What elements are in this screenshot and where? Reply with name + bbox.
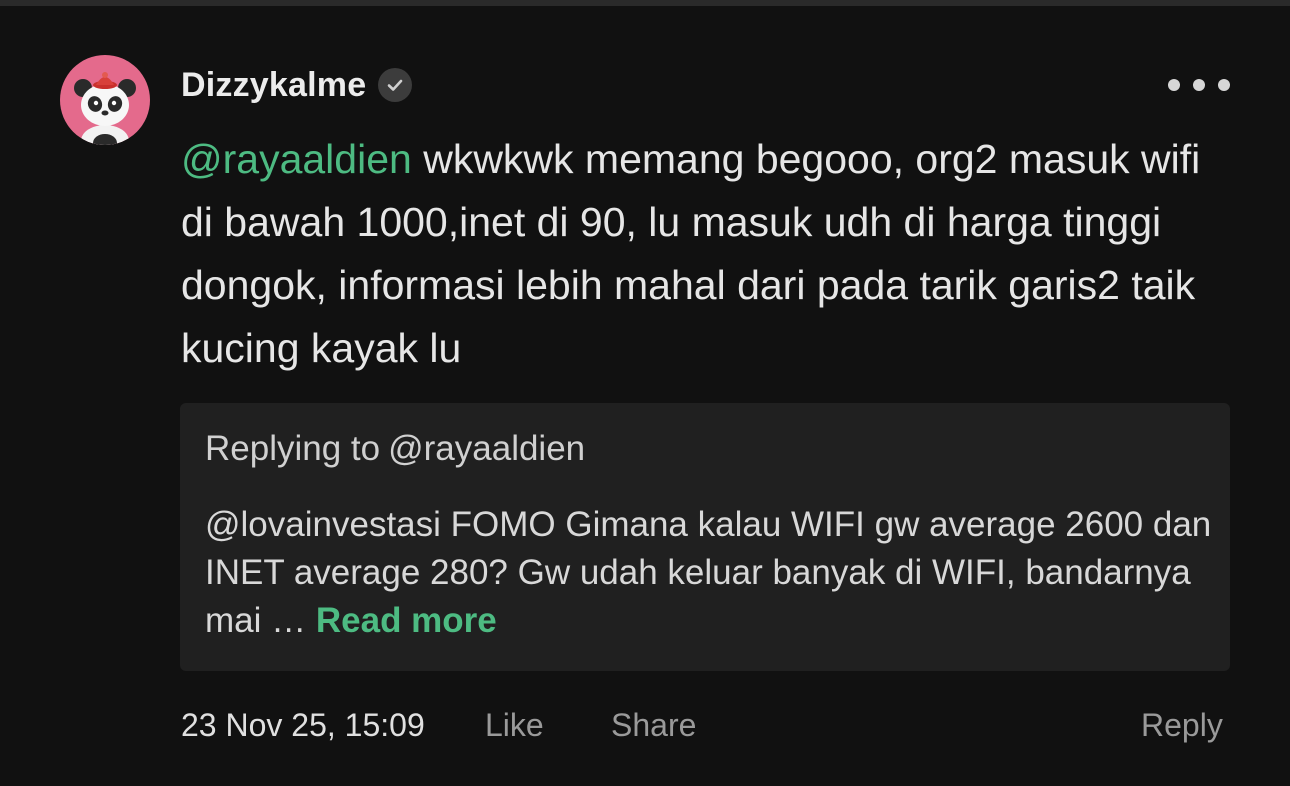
replying-to-line: Replying to @rayaaldien [205,429,585,469]
username-row: Dizzykalme [181,62,413,108]
comment-mention[interactable]: @rayaaldien [181,136,412,182]
share-button[interactable]: Share [611,704,696,746]
verified-check-icon [378,68,413,102]
username[interactable]: Dizzykalme [181,66,366,105]
top-divider [0,0,1290,6]
timestamp: 23 Nov 25, 15:09 [181,707,425,743]
more-dot [1193,79,1205,91]
more-options-icon[interactable] [1168,72,1230,98]
reply-button[interactable]: Reply [1141,704,1223,746]
read-more-link[interactable]: Read more [316,601,497,640]
replying-to-label: Replying to [205,429,381,468]
quoted-comment-text: @lovainvestasi FOMO Gimana kalau WIFI gw… [205,501,1215,645]
replying-to-handle[interactable]: @rayaaldien [388,429,585,468]
avatar[interactable] [60,55,150,145]
more-dot [1218,79,1230,91]
more-dot [1168,79,1180,91]
like-button[interactable]: Like [485,704,544,746]
comment-text: @rayaaldien wkwkwk memang begooo, org2 m… [181,128,1241,380]
panda-avatar-icon [74,72,136,145]
reply-context-box[interactable]: Replying to @rayaaldien @lovainvestasi FO… [180,403,1230,671]
